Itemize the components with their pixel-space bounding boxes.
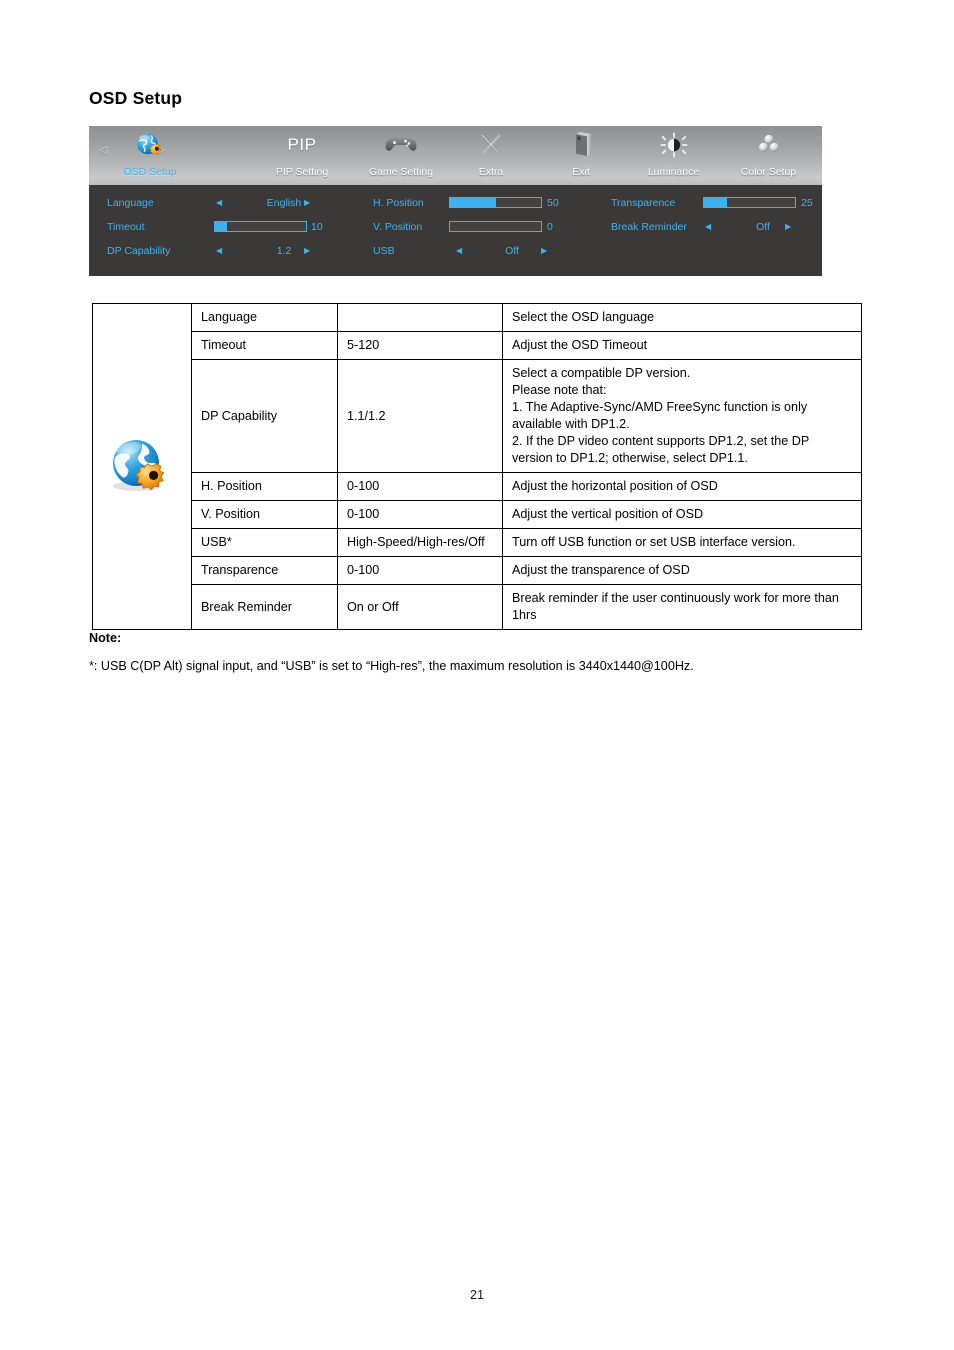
page-number: 21 [469,1288,484,1302]
break-reminder-prev-arrow-icon[interactable]: ◀ [705,222,711,232]
osd-tab-luminance[interactable]: Luminance [626,126,721,185]
osd-row-v-position-label: V. Position [373,221,423,233]
table-cell-desc: Turn off USB function or set USB interfa… [502,528,862,557]
transparence-slider[interactable] [703,197,796,208]
osd-row-dp-capability-label: DP Capability [107,245,171,257]
table-cell-range: 5-120 [337,331,503,360]
v-position-slider[interactable] [449,221,542,232]
osd-tab-game-setting[interactable]: Game Setting [351,126,451,185]
table-row: USB* High-Speed/High-res/Off Turn off US… [93,528,862,557]
osd-tab-label: Picture Boost [814,166,822,178]
pip-text-icon: PIP [252,132,352,158]
brightness-icon [626,132,721,158]
osd-row-transparence-label: Transparence [611,197,676,209]
osd-tab-label: PIP Setting [275,166,329,178]
table-cell-range: High-Speed/High-res/Off [337,528,503,557]
osd-tab-extra[interactable]: Extra [446,126,536,185]
timeout-slider[interactable] [214,221,307,232]
break-reminder-next-arrow-icon[interactable]: ▶ [785,222,791,232]
osd-row-h-position-label: H. Position [373,197,424,209]
globe-gear-icon [95,132,205,158]
h-position-slider[interactable] [449,197,542,208]
osd-row-v-position-value: 0 [547,221,553,233]
osd-row-timeout-label: Timeout [107,221,145,233]
table-row: Transparence 0-100 Adjust the transparen… [93,556,862,585]
language-next-arrow-icon[interactable]: ▶ [304,198,310,208]
osd-row-dp-capability-value[interactable]: 1.2 [244,245,324,257]
table-cell-name: H. Position [191,472,338,501]
osd-tab-label: OSD Setup [123,166,177,178]
table-cell-name: DP Capability [191,359,338,473]
table-cell-name: V. Position [191,500,338,529]
osd-settings-area: Language ◀ English ▶ Timeout 10 DP Capab… [89,185,822,276]
osd-row-usb-label: USB [373,245,395,257]
osd-menu-panel: ◁ ▷ OSD Setup PIP PIP Setting Game Setti… [89,126,822,276]
note-heading: Note: [89,631,122,645]
osd-tab-exit[interactable]: Exit [536,126,626,185]
osd-tab-label: Extra [478,166,504,178]
table-cell-range [337,303,503,332]
table-row: DP Capability 1.1/1.2 Select a compatibl… [93,359,862,473]
color-spheres-icon [721,132,816,158]
table-cell-name: Transparence [191,556,338,585]
table-cell-desc: Select a compatible DP version. Please n… [502,359,862,473]
usb-prev-arrow-icon[interactable]: ◀ [456,246,462,256]
osd-tab-osd-setup[interactable]: OSD Setup [95,126,205,185]
table-cell-range: 0-100 [337,556,503,585]
osd-row-transparence-value: 25 [801,197,813,209]
usb-next-arrow-icon[interactable]: ▶ [541,246,547,256]
osd-row-usb-value[interactable]: Off [479,245,545,257]
osd-row-language-value[interactable]: English [244,197,324,209]
pip-text-glyph: PIP [287,135,317,154]
table-cell-desc: Adjust the vertical position of OSD [502,500,862,529]
osd-tab-label: Luminance [647,166,700,178]
table-cell-name: USB* [191,528,338,557]
table-row: V. Position 0-100 Adjust the vertical po… [93,500,862,529]
globe-gear-illustration-cell [92,303,192,630]
gamepad-icon [351,132,451,158]
globe-gear-icon [106,436,178,498]
exit-door-icon [536,132,626,158]
table-cell-range: 0-100 [337,472,503,501]
osd-setup-spec-table: Language Select the OSD language Timeout… [92,303,862,630]
note-text: *: USB C(DP Alt) signal input, and “USB”… [89,659,694,673]
osd-tab-pip-setting[interactable]: PIP PIP Setting [252,126,352,185]
scissors-icon [446,132,536,158]
table-cell-desc: Adjust the transparence of OSD [502,556,862,585]
osd-tab-label: Color Setup [740,166,797,178]
language-prev-arrow-icon[interactable]: ◀ [216,198,222,208]
table-row: Timeout 5-120 Adjust the OSD Timeout [93,331,862,360]
dp-capability-prev-arrow-icon[interactable]: ◀ [216,246,222,256]
osd-tab-color-setup[interactable]: Color Setup [721,126,816,185]
table-cell-name: Break Reminder [191,584,338,630]
osd-tab-picture-boost[interactable]: Picture Boost [814,126,822,185]
table-cell-name: Language [191,303,338,332]
picture-boost-icon [814,132,822,158]
osd-tab-label: Exit [572,166,590,178]
table-row: Break Reminder On or Off Break reminder … [93,584,862,630]
table-cell-desc: Adjust the OSD Timeout [502,331,862,360]
table-row: Language Select the OSD language [92,303,862,630]
dp-capability-next-arrow-icon[interactable]: ▶ [304,246,310,256]
table-cell-desc: Adjust the horizontal position of OSD [502,472,862,501]
table-cell-name: Timeout [191,331,338,360]
table-cell-range: 0-100 [337,500,503,529]
table-cell-desc: Select the OSD language [502,303,862,332]
page-title: OSD Setup [89,88,183,108]
osd-row-language-label: Language [107,197,154,209]
table-cell-range: 1.1/1.2 [337,359,503,473]
osd-menu-tabbar: ◁ ▷ OSD Setup PIP PIP Setting Game Setti… [89,126,822,185]
osd-row-timeout-value: 10 [311,221,323,233]
table-cell-range: On or Off [337,584,503,630]
table-row: H. Position 0-100 Adjust the horizontal … [93,472,862,501]
table-cell-desc: Break reminder if the user continuously … [502,584,862,630]
osd-row-h-position-value: 50 [547,197,559,209]
osd-row-break-reminder-label: Break Reminder [611,221,687,233]
osd-tab-label: Game Setting [368,166,434,178]
